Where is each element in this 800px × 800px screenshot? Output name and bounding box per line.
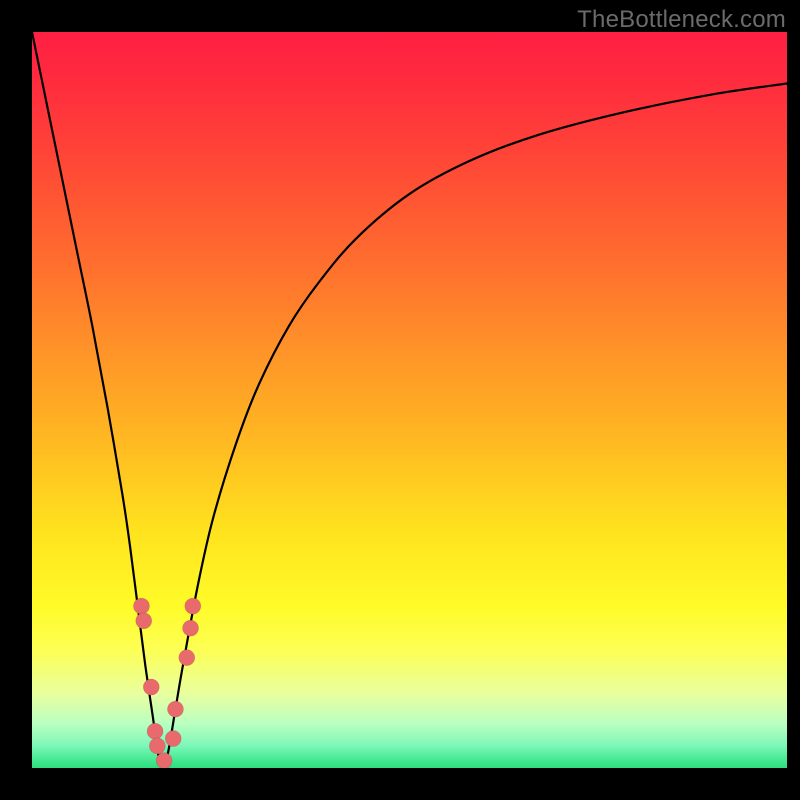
data-marker: [156, 753, 172, 768]
chart-frame: TheBottleneck.com: [0, 0, 800, 800]
data-marker: [185, 598, 201, 614]
attribution-watermark: TheBottleneck.com: [577, 6, 786, 34]
data-markers: [133, 598, 200, 768]
plot-area: [32, 32, 787, 768]
data-marker: [149, 738, 165, 754]
data-marker: [136, 613, 152, 629]
data-marker: [165, 731, 181, 747]
bottleneck-curve: [32, 32, 787, 768]
data-marker: [167, 701, 183, 717]
data-marker: [179, 650, 195, 666]
data-marker: [147, 723, 163, 739]
data-marker: [183, 620, 199, 636]
chart-svg: [32, 32, 787, 768]
data-marker: [133, 598, 149, 614]
data-marker: [143, 679, 159, 695]
